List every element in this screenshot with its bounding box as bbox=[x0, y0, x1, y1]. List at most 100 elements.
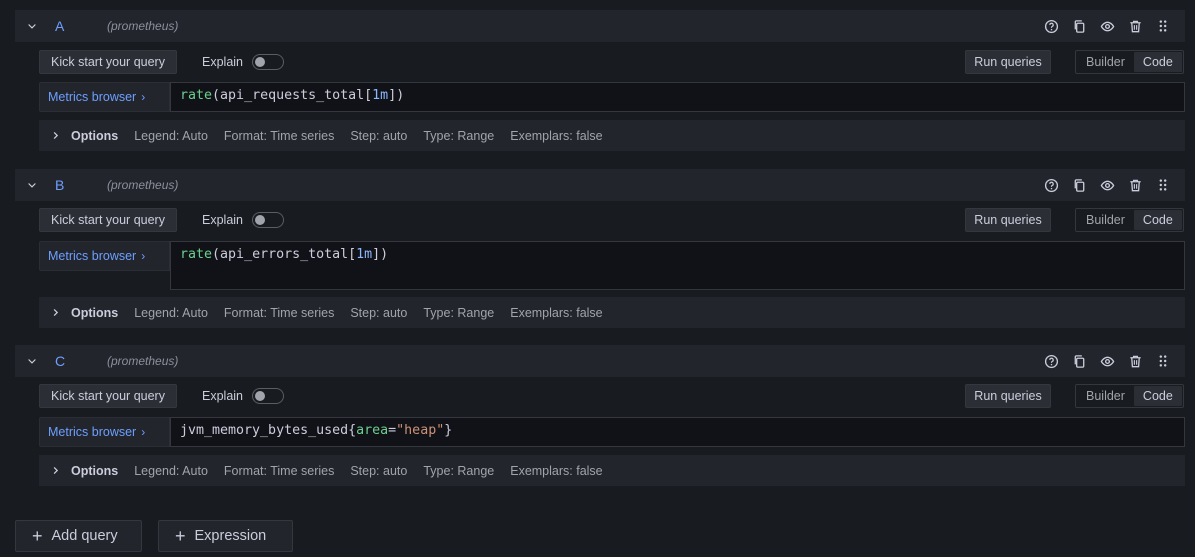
expr-token: 1m bbox=[372, 88, 389, 103]
query-editor[interactable]: jvm_memory_bytes_used{area="heap"} bbox=[170, 417, 1185, 447]
query-ref-id[interactable]: B bbox=[55, 177, 64, 193]
expr-token: ]) bbox=[372, 247, 389, 262]
mode-builder[interactable]: Builder bbox=[1077, 386, 1134, 406]
query-editor[interactable]: rate(api_errors_total[1m]) bbox=[170, 241, 1185, 290]
metrics-browser-label: Metrics browser bbox=[48, 425, 137, 439]
option-step: Step: auto bbox=[350, 305, 408, 320]
mode-builder[interactable]: Builder bbox=[1077, 52, 1134, 72]
drag-handle-icon[interactable] bbox=[1149, 347, 1177, 375]
option-legend: Legend: Auto bbox=[134, 305, 208, 320]
editor-mode-switch: Builder Code bbox=[1075, 50, 1184, 74]
query-editor[interactable]: rate(api_requests_total[1m]) bbox=[170, 82, 1185, 112]
chevron-right-icon bbox=[50, 465, 62, 476]
metrics-browser-button[interactable]: Metrics browser › bbox=[39, 82, 170, 112]
expr-token: rate bbox=[180, 247, 213, 262]
eye-icon[interactable] bbox=[1093, 171, 1121, 199]
editor-mode-switch: Builder Code bbox=[1075, 384, 1184, 408]
query-header-actions bbox=[1037, 10, 1177, 42]
option-format: Format: Time series bbox=[223, 463, 335, 478]
editor-mode-switch: Builder Code bbox=[1075, 208, 1184, 232]
run-queries-button[interactable]: Run queries bbox=[965, 384, 1051, 408]
chevron-down-icon[interactable] bbox=[25, 354, 39, 368]
copy-icon[interactable] bbox=[1065, 12, 1093, 40]
metrics-browser-button[interactable]: Metrics browser › bbox=[39, 417, 170, 447]
chevron-down-icon[interactable] bbox=[25, 178, 39, 192]
datasource-name: (prometheus) bbox=[107, 354, 179, 368]
run-queries-button[interactable]: Run queries bbox=[965, 50, 1051, 74]
drag-handle-icon[interactable] bbox=[1149, 171, 1177, 199]
datasource-name: (prometheus) bbox=[107, 19, 179, 33]
expr-token: ( bbox=[212, 247, 221, 262]
chevron-right-icon: › bbox=[141, 425, 146, 439]
explain-label: Explain bbox=[202, 389, 243, 403]
mode-code[interactable]: Code bbox=[1133, 52, 1182, 72]
trash-icon[interactable] bbox=[1121, 171, 1149, 199]
trash-icon[interactable] bbox=[1121, 12, 1149, 40]
mode-code[interactable]: Code bbox=[1133, 210, 1182, 230]
query-header-actions bbox=[1037, 169, 1177, 201]
explain-label: Explain bbox=[202, 55, 243, 69]
question-circle-icon[interactable] bbox=[1037, 347, 1065, 375]
expr-token: } bbox=[444, 423, 453, 438]
trash-icon[interactable] bbox=[1121, 347, 1149, 375]
eye-icon[interactable] bbox=[1093, 347, 1121, 375]
query-body: Kick start your query Explain Run querie… bbox=[15, 377, 1185, 488]
add-query-label: Add query bbox=[51, 528, 118, 544]
kick-start-button[interactable]: Kick start your query bbox=[39, 208, 177, 232]
explain-toggle[interactable] bbox=[252, 212, 284, 228]
expr-token: = bbox=[388, 423, 397, 438]
chevron-right-icon bbox=[50, 307, 62, 318]
query-ref-id[interactable]: C bbox=[55, 353, 65, 369]
eye-icon[interactable] bbox=[1093, 12, 1121, 40]
query-row-b: B (prometheus) Kick start your query Exp… bbox=[15, 169, 1185, 328]
add-query-button[interactable]: + Add query bbox=[15, 520, 142, 552]
plus-icon: + bbox=[32, 526, 43, 546]
query-header: A (prometheus) bbox=[15, 10, 1185, 42]
datasource-name: (prometheus) bbox=[107, 178, 179, 192]
option-exemplars: Exemplars: false bbox=[510, 305, 603, 320]
options-title: Options bbox=[71, 463, 119, 478]
question-circle-icon[interactable] bbox=[1037, 171, 1065, 199]
option-exemplars: Exemplars: false bbox=[510, 463, 603, 478]
option-step: Step: auto bbox=[350, 128, 408, 143]
question-circle-icon[interactable] bbox=[1037, 12, 1065, 40]
options-row[interactable]: Options Legend: Auto Format: Time series… bbox=[39, 297, 1185, 328]
option-step: Step: auto bbox=[350, 463, 408, 478]
add-expression-button[interactable]: + Expression bbox=[158, 520, 293, 552]
expression-label: Expression bbox=[194, 528, 267, 544]
query-ref-id[interactable]: A bbox=[55, 18, 64, 34]
run-queries-button[interactable]: Run queries bbox=[965, 208, 1051, 232]
expr-token: [ bbox=[348, 247, 357, 262]
query-row-a: A (prometheus) Kick start your query Exp… bbox=[15, 10, 1185, 153]
copy-icon[interactable] bbox=[1065, 171, 1093, 199]
option-format: Format: Time series bbox=[223, 305, 335, 320]
explain-toggle[interactable] bbox=[252, 54, 284, 70]
query-row-c: C (prometheus) Kick start your query Exp… bbox=[15, 345, 1185, 488]
expr-token: rate bbox=[180, 88, 213, 103]
options-row[interactable]: Options Legend: Auto Format: Time series… bbox=[39, 120, 1185, 151]
chevron-down-icon[interactable] bbox=[25, 19, 39, 33]
expr-token: 1m bbox=[356, 247, 373, 262]
mode-builder[interactable]: Builder bbox=[1077, 210, 1134, 230]
query-header-actions bbox=[1037, 345, 1177, 377]
expr-token: jvm_memory_bytes_used{ bbox=[180, 423, 357, 438]
expr-token: area bbox=[356, 423, 389, 438]
query-header: B (prometheus) bbox=[15, 169, 1185, 201]
kick-start-button[interactable]: Kick start your query bbox=[39, 384, 177, 408]
drag-handle-icon[interactable] bbox=[1149, 12, 1177, 40]
options-row[interactable]: Options Legend: Auto Format: Time series… bbox=[39, 455, 1185, 486]
kick-start-button[interactable]: Kick start your query bbox=[39, 50, 177, 74]
metrics-browser-button[interactable]: Metrics browser › bbox=[39, 241, 170, 271]
metrics-browser-label: Metrics browser bbox=[48, 90, 137, 104]
query-body: Kick start your query Explain Run querie… bbox=[15, 201, 1185, 328]
query-header: C (prometheus) bbox=[15, 345, 1185, 377]
expr-token: "heap" bbox=[396, 423, 445, 438]
chevron-right-icon: › bbox=[141, 249, 146, 263]
options-title: Options bbox=[71, 128, 119, 143]
explain-toggle[interactable] bbox=[252, 388, 284, 404]
copy-icon[interactable] bbox=[1065, 347, 1093, 375]
mode-code[interactable]: Code bbox=[1133, 386, 1182, 406]
expr-token: ]) bbox=[388, 88, 405, 103]
option-type: Type: Range bbox=[423, 463, 495, 478]
chevron-right-icon bbox=[50, 130, 62, 141]
